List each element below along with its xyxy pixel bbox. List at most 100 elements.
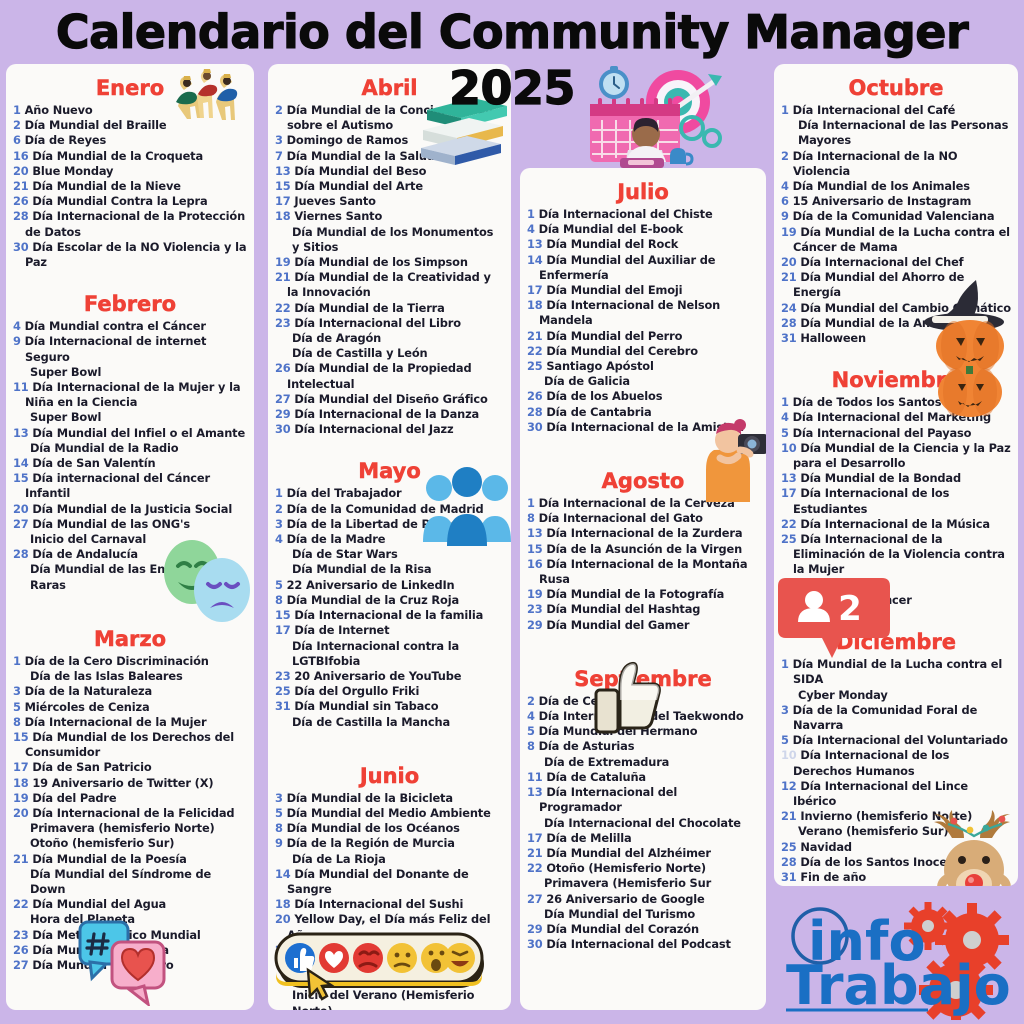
entry-day-number: 9: [13, 334, 25, 349]
calendar-entry: 15 Día Mundial de los Derechos del Consu…: [13, 730, 247, 760]
entry-text: Día de Asturias: [538, 739, 635, 754]
calendar-entry: 4 Día Mundial del E-book: [527, 222, 759, 237]
entry-day-number: 28: [781, 854, 801, 869]
calendar-entry: 3 Día de la Libertad de Prensa: [275, 517, 504, 532]
entry-day-number: 20: [13, 501, 33, 516]
entry-text: 19 Aniversario de Twitter (X): [32, 775, 214, 790]
entry-text: Día Internacional de los Derechos Humano…: [793, 748, 950, 778]
calendar-entry: 5 22 Aniversario de LinkedIn: [275, 578, 504, 593]
entry-text: Día de Galicia: [544, 374, 630, 389]
entry-text: Super Bowl: [30, 410, 102, 425]
calendar-entry: 25 Santiago Apóstol: [527, 359, 759, 374]
month-entry-list: 1 Día del Trabajador 2 Día de la Comunida…: [275, 486, 504, 729]
entry-day-number: 13: [13, 425, 33, 440]
entry-text: Día de la Libertad de Prensa: [286, 516, 465, 531]
month-entry-list: 1 Día de Todos los Santos 4 Día Internaci…: [781, 395, 1011, 608]
entry-day-number: 23: [527, 602, 547, 617]
entry-text: Día Internacional de la Danza: [294, 407, 480, 422]
entry-day-number: 30: [527, 937, 547, 952]
calendar-entry: 5 Día Internacional del Payaso: [781, 426, 1011, 441]
entry-day-number: 19: [781, 224, 801, 239]
entry-day-number: 4: [527, 222, 539, 237]
calendar-entry: 28 Día Internacional de la Protección de…: [13, 209, 247, 239]
calendar-entry: 15 Día Internacional de la familia: [275, 608, 504, 623]
calendar-entry: 22 Día Internacional de la Música: [781, 517, 1011, 532]
calendar-entry: 5 Día Mundial del Medio Ambiente: [275, 806, 504, 821]
entry-day-number: 22: [527, 861, 547, 876]
entry-text: Día Meteorológico Mundial: [32, 927, 201, 942]
entry-text: Día Internacional del Gato: [538, 511, 703, 526]
entry-text: Día Mundial de los Animales: [792, 179, 970, 194]
entry-day-number: 4: [275, 532, 287, 547]
entry-day-number: 19: [13, 790, 33, 805]
calendar-entry: 5 Día Mundial del Hermano: [527, 724, 759, 739]
entry-day-number: 28: [13, 547, 33, 562]
calendar-entry: 17 Día Mundial del Emoji: [527, 283, 759, 298]
entry-text: Día Internacional de las Personas Mayore…: [798, 118, 1009, 148]
entry-day-number: 20: [13, 163, 33, 178]
calendar-entry: Día de Castilla la Mancha: [275, 715, 504, 730]
calendar-entry: 30 Día del Influencer: [781, 593, 1011, 608]
entry-text: Otoño (Hemisferio Norte): [546, 861, 706, 876]
entry-text: Día de Castilla la Mancha: [292, 714, 450, 729]
entry-text: Día Mundial del Cambio Climático: [800, 300, 1011, 315]
entry-text: Día Mundial de la Animación: [800, 315, 979, 330]
calendar-entry: 11 Día Internacional de la Mujer y la Ni…: [13, 380, 247, 410]
month-block-julio: Julio 1 Día Internacional del Chiste 4 Día…: [527, 180, 759, 435]
entry-day-number: 20: [781, 255, 801, 270]
calendar-entry: 29 Día Mundial del Gamer: [527, 618, 759, 633]
calendar-entry: 13 Día Mundial de la Bondad: [781, 471, 1011, 486]
entry-day-number: 23: [13, 927, 33, 942]
month-heading: Noviembre: [831, 368, 961, 393]
month-entry-list: 2 Día de Ceuta 4 Día Internacional del Ta…: [527, 694, 759, 952]
entry-text: Día del Orgullo Friki: [294, 684, 420, 699]
entry-day-number: 27: [527, 891, 547, 906]
entry-day-number: 9: [275, 836, 287, 851]
calendar-entry: 16 Día Mundial de la Croqueta: [13, 149, 247, 164]
entry-text: Día de Ceuta: [538, 693, 620, 708]
entry-day-number: 23: [275, 315, 295, 330]
calendar-entry: Día de Castilla y León: [275, 346, 504, 361]
entry-text: Día de La Rioja: [292, 851, 386, 866]
entry-text: Día de Todos los Santos: [792, 395, 942, 410]
calendar-entry: 17 Día de Melilla: [527, 831, 759, 846]
entry-text: Día Mundial de la Justicia Social: [32, 501, 233, 516]
entry-day-number: 5: [527, 724, 539, 739]
calendar-entry: 17 Día Internacional de los Estudiantes: [781, 486, 1011, 516]
entry-day-number: 8: [275, 821, 287, 836]
entry-text: Día Internacional del Lince Ibérico: [793, 778, 968, 808]
month-block-febrero: Febrero 4 Día Mundial contra el Cáncer 9 D…: [13, 272, 247, 593]
calendar-entry: 19 Día Mundial de la Fotografía: [527, 587, 759, 602]
month-heading: Mayo: [358, 459, 421, 484]
entry-text: Día de San Valentín: [32, 456, 156, 471]
calendar-entry: 20 Día Mundial de la Justicia Social: [13, 502, 247, 517]
calendar-entry: 28 Día de Cantabria: [527, 405, 759, 420]
month-entry-list: 1 Día de la Cero Discriminación Día de la…: [13, 654, 247, 973]
entry-text: Día Mundial del Auxiliar de Enfermería: [539, 252, 716, 282]
month-column-1: Enero 1 Año Nuevo 2 Día Mundial del Braill…: [6, 64, 254, 1010]
entry-day-number: 31: [781, 869, 801, 884]
entry-text: Día de Andalucía: [32, 547, 138, 562]
entry-text: Día de las Islas Baleares: [30, 669, 183, 684]
calendar-entry: 4 Día de la Madre: [275, 532, 504, 547]
entry-day-number: 19: [527, 587, 547, 602]
entry-day-number: 21: [527, 845, 547, 860]
calendar-entry: 14 Día Mundial del Auxiliar de Enfermerí…: [527, 253, 759, 283]
calendar-entry: Día Internacional contra la LGTBIfobia: [275, 639, 504, 669]
entry-text: Hora del Planeta: [30, 912, 135, 927]
entry-day-number: 21: [781, 270, 801, 285]
entry-day-number: 13: [527, 237, 547, 252]
entry-text: Día Internacional de la Cerveza: [538, 496, 735, 511]
entry-text: Día de la Música: [292, 973, 395, 988]
entry-text: Día Internacional de la Montaña Rusa: [539, 556, 748, 587]
entry-text: 26 Aniversario de Google: [546, 891, 705, 906]
calendar-entry: 13 Día Internacional de la Zurdera: [527, 526, 759, 541]
entry-day-number: 3: [275, 516, 287, 531]
logo-line2: Trabajo: [786, 954, 1011, 1017]
calendar-entry: 14 Día Mundial del Donante de Sangre: [275, 867, 504, 897]
month-spacer: [781, 348, 1011, 362]
calendar-entry: 8 Día Internacional de la Mujer: [13, 715, 247, 730]
entry-text: Día Mundial de la Fotografía: [546, 587, 725, 602]
calendar-entry: 3 Día Mundial de la Bicicleta: [275, 791, 504, 806]
entry-text: Día Mundial de los Simpson: [294, 255, 468, 270]
